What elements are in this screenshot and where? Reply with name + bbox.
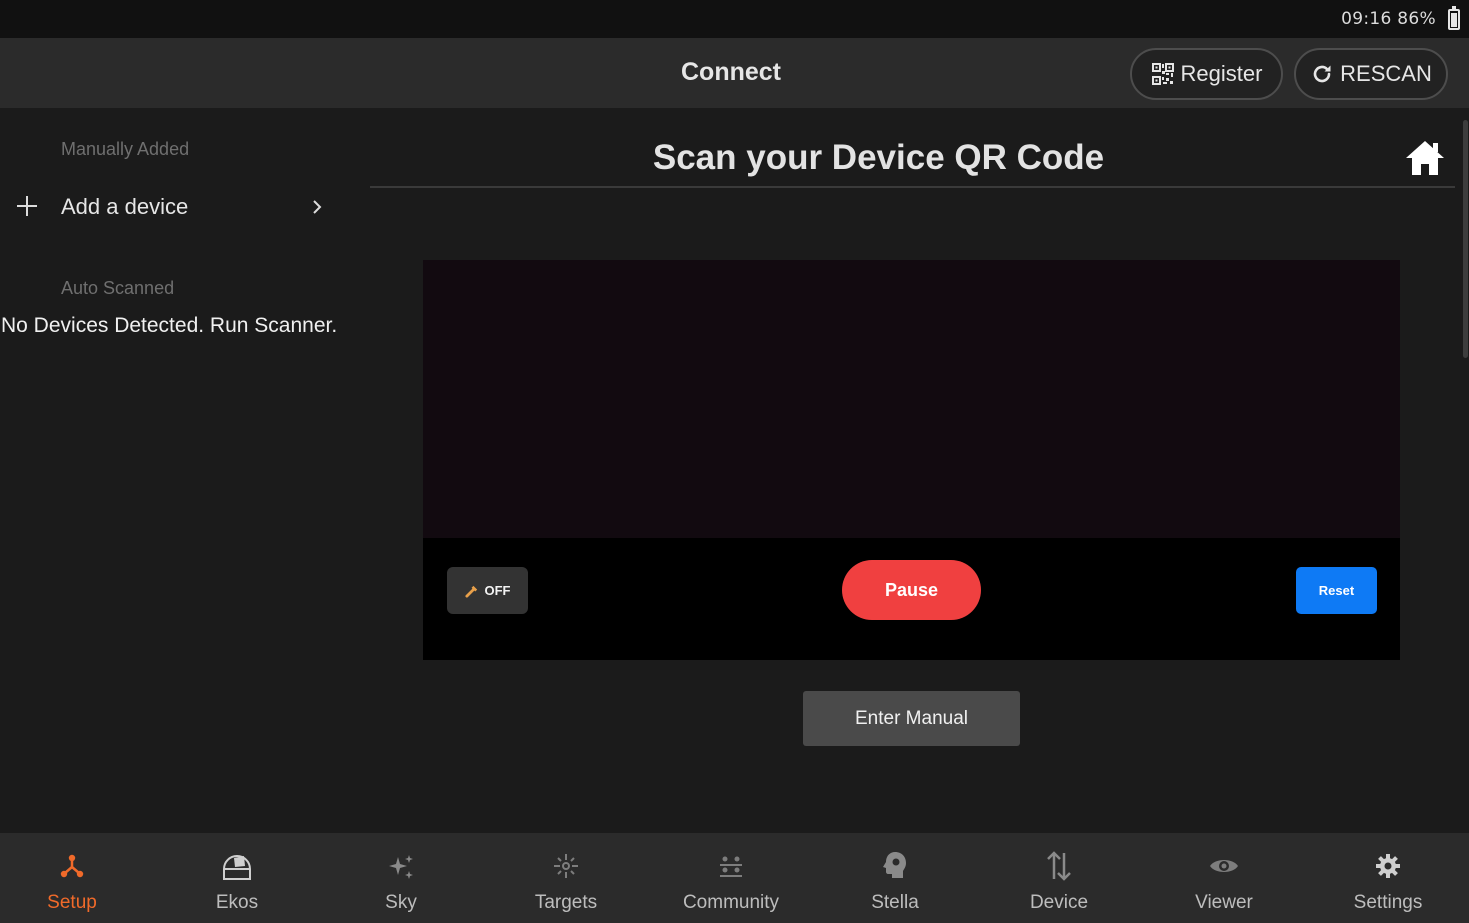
qr-code-icon (1151, 63, 1174, 85)
bottom-nav: Setup Ekos Sky Targets Community Stella … (0, 833, 1469, 923)
setup-icon (60, 854, 84, 878)
no-devices-message: No Devices Detected. Run Scanner. (1, 314, 338, 337)
nav-tab-sky[interactable]: Sky (319, 833, 483, 923)
flashlight-icon (464, 585, 477, 598)
nav-tab-device[interactable]: Device (977, 833, 1141, 923)
plus-icon (17, 196, 37, 216)
chevron-right-icon (313, 200, 322, 214)
status-time-battery: 09:16 86% (1341, 9, 1436, 29)
register-button[interactable]: Register (1130, 48, 1283, 100)
nav-tab-community[interactable]: Community (649, 833, 813, 923)
stella-icon (883, 852, 906, 878)
app-header: Connect Register RESCAN (0, 38, 1469, 108)
nav-tab-stella[interactable]: Stella (813, 833, 977, 923)
nav-label-device: Device (1029, 892, 1089, 913)
register-label: Register (1180, 61, 1263, 86)
status-bar: 09:16 86% (0, 0, 1469, 38)
nav-label-setup: Setup (47, 892, 97, 913)
manual-section-label: Manually Added (61, 139, 190, 159)
settings-icon (1376, 854, 1400, 878)
nav-tab-ekos[interactable]: Ekos (155, 833, 319, 923)
device-icon (1047, 851, 1071, 881)
nav-label-sky: Sky (385, 892, 417, 913)
nav-label-ekos: Ekos (215, 892, 259, 913)
app-root: 09:16 86% Connect Register RESCAN Manual… (0, 0, 1469, 923)
device-sidebar: Manually Added Add a device Auto Scanned… (0, 108, 360, 833)
refresh-icon (1313, 65, 1331, 83)
rescan-label: RESCAN (1340, 61, 1432, 86)
viewer-icon (1210, 860, 1238, 872)
nav-tab-targets[interactable]: Targets (484, 833, 648, 923)
rescan-button[interactable]: RESCAN (1294, 48, 1448, 100)
nav-label-settings: Settings (1353, 892, 1423, 913)
nav-label-stella: Stella (871, 892, 919, 913)
scrollbar-thumb[interactable] (1463, 120, 1468, 358)
pause-button[interactable]: Pause (842, 560, 981, 620)
reset-button[interactable]: Reset (1296, 567, 1377, 614)
sky-icon (389, 855, 413, 879)
auto-section-label: Auto Scanned (61, 278, 175, 298)
enter-manual-button[interactable]: Enter Manual (803, 691, 1020, 746)
nav-tab-setup[interactable]: Setup (0, 833, 154, 923)
nav-label-community: Community (682, 892, 780, 913)
flash-toggle-button[interactable]: OFF (447, 567, 528, 614)
add-device-label: Add a device (61, 194, 189, 219)
home-icon[interactable] (1404, 139, 1446, 177)
scan-qr-title: Scan your Device QR Code (652, 138, 1105, 177)
nav-tab-viewer[interactable]: Viewer (1142, 833, 1306, 923)
add-device-item[interactable]: Add a device (0, 186, 340, 230)
qr-scanner: OFF Pause Reset (423, 260, 1400, 660)
camera-viewfinder[interactable] (423, 260, 1400, 538)
targets-icon (554, 854, 578, 878)
flash-label: OFF (484, 583, 511, 598)
nav-label-viewer: Viewer (1195, 892, 1253, 913)
title-divider (370, 186, 1455, 188)
nav-tab-settings[interactable]: Settings (1306, 833, 1469, 923)
battery-icon (1448, 6, 1460, 30)
community-icon (720, 856, 742, 877)
nav-label-targets: Targets (534, 892, 598, 913)
ekos-icon (223, 855, 251, 880)
